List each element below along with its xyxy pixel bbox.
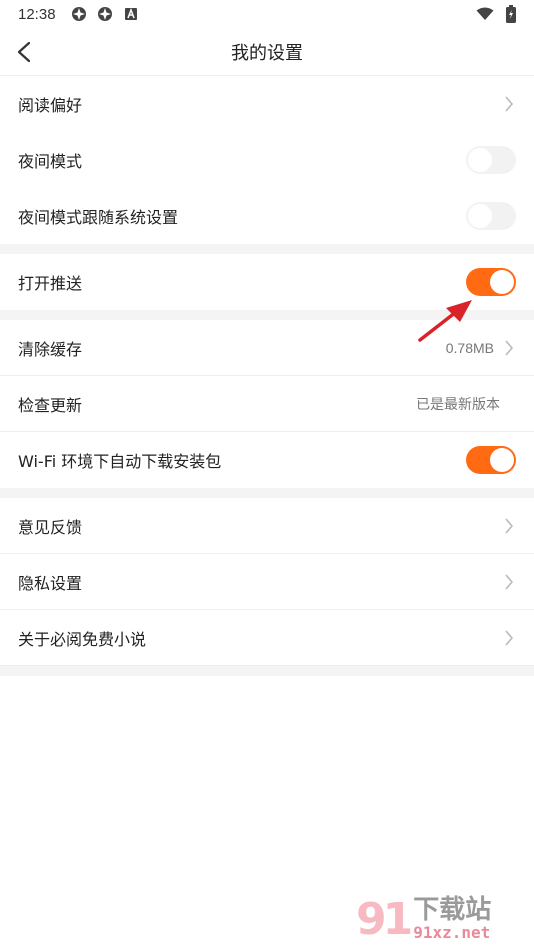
toggle-knob bbox=[468, 148, 492, 172]
status-bar: 12:38 bbox=[0, 0, 534, 28]
privacy-settings-row[interactable]: 隐私设置 bbox=[0, 554, 534, 610]
clear-cache-label: 清除缓存 bbox=[18, 339, 83, 359]
app-notification-icon bbox=[70, 5, 88, 23]
settings-group-reading: 阅读偏好 夜间模式 夜间模式跟随系统设置 bbox=[0, 76, 534, 244]
toggle-knob bbox=[490, 448, 514, 472]
back-arrow-icon bbox=[17, 41, 31, 63]
nav-bar: 我的设置 bbox=[0, 28, 534, 76]
status-time: 12:38 bbox=[18, 5, 56, 23]
wifi-auto-download-row: Wi-Fi 环境下自动下载安装包 bbox=[0, 432, 534, 488]
section-divider bbox=[0, 488, 534, 498]
night-follow-system-toggle[interactable] bbox=[466, 202, 516, 230]
a-notification-icon bbox=[122, 5, 140, 23]
section-divider bbox=[0, 244, 534, 254]
annotation-arrow-icon bbox=[418, 300, 472, 342]
app-notification-icon bbox=[96, 5, 114, 23]
wifi-auto-download-toggle[interactable] bbox=[466, 446, 516, 474]
chevron-right-icon bbox=[502, 629, 516, 647]
reading-preference-label: 阅读偏好 bbox=[18, 96, 83, 115]
about-label: 关于必阅免费小说 bbox=[18, 629, 147, 649]
night-follow-system-label: 夜间模式跟随系统设置 bbox=[18, 208, 179, 227]
page-title: 我的设置 bbox=[231, 42, 303, 64]
watermark-domain: 91xz.net bbox=[413, 923, 491, 942]
feedback-label: 意见反馈 bbox=[18, 517, 83, 537]
night-mode-label: 夜间模式 bbox=[18, 152, 83, 171]
check-update-label: 检查更新 bbox=[18, 395, 83, 415]
chevron-right-icon bbox=[502, 339, 516, 357]
push-toggle[interactable] bbox=[466, 268, 516, 296]
reading-preference-row[interactable]: 阅读偏好 bbox=[0, 76, 534, 132]
chevron-right-icon bbox=[502, 95, 516, 113]
update-status-value: 已是最新版本 bbox=[416, 395, 500, 412]
settings-group-storage: 清除缓存 0.78MB 检查更新 已是最新版本 Wi-Fi 环境下自动下载安装包 bbox=[0, 320, 534, 488]
chevron-right-icon bbox=[502, 517, 516, 535]
toggle-knob bbox=[490, 270, 514, 294]
watermark-91-logo: 91 bbox=[356, 893, 413, 945]
watermark-site-name: 下载站 bbox=[413, 895, 492, 925]
wifi-auto-download-label: Wi-Fi 环境下自动下载安装包 bbox=[18, 452, 222, 471]
night-mode-row: 夜间模式 bbox=[0, 132, 534, 188]
back-button[interactable] bbox=[10, 38, 38, 66]
toggle-knob bbox=[468, 204, 492, 228]
section-divider bbox=[0, 666, 534, 676]
chevron-right-icon bbox=[502, 573, 516, 591]
battery-icon bbox=[502, 5, 520, 23]
privacy-settings-label: 隐私设置 bbox=[18, 573, 83, 593]
wifi-icon bbox=[476, 5, 494, 23]
about-row[interactable]: 关于必阅免费小说 bbox=[0, 610, 534, 666]
night-follow-system-row: 夜间模式跟随系统设置 bbox=[0, 188, 534, 244]
feedback-row[interactable]: 意见反馈 bbox=[0, 498, 534, 554]
check-update-row[interactable]: 检查更新 已是最新版本 bbox=[0, 376, 534, 432]
watermark-logo: 91 下载站 91xz.net bbox=[356, 890, 530, 948]
night-mode-toggle[interactable] bbox=[466, 146, 516, 174]
push-label: 打开推送 bbox=[18, 274, 83, 293]
settings-group-about: 意见反馈 隐私设置 关于必阅免费小说 bbox=[0, 498, 534, 666]
